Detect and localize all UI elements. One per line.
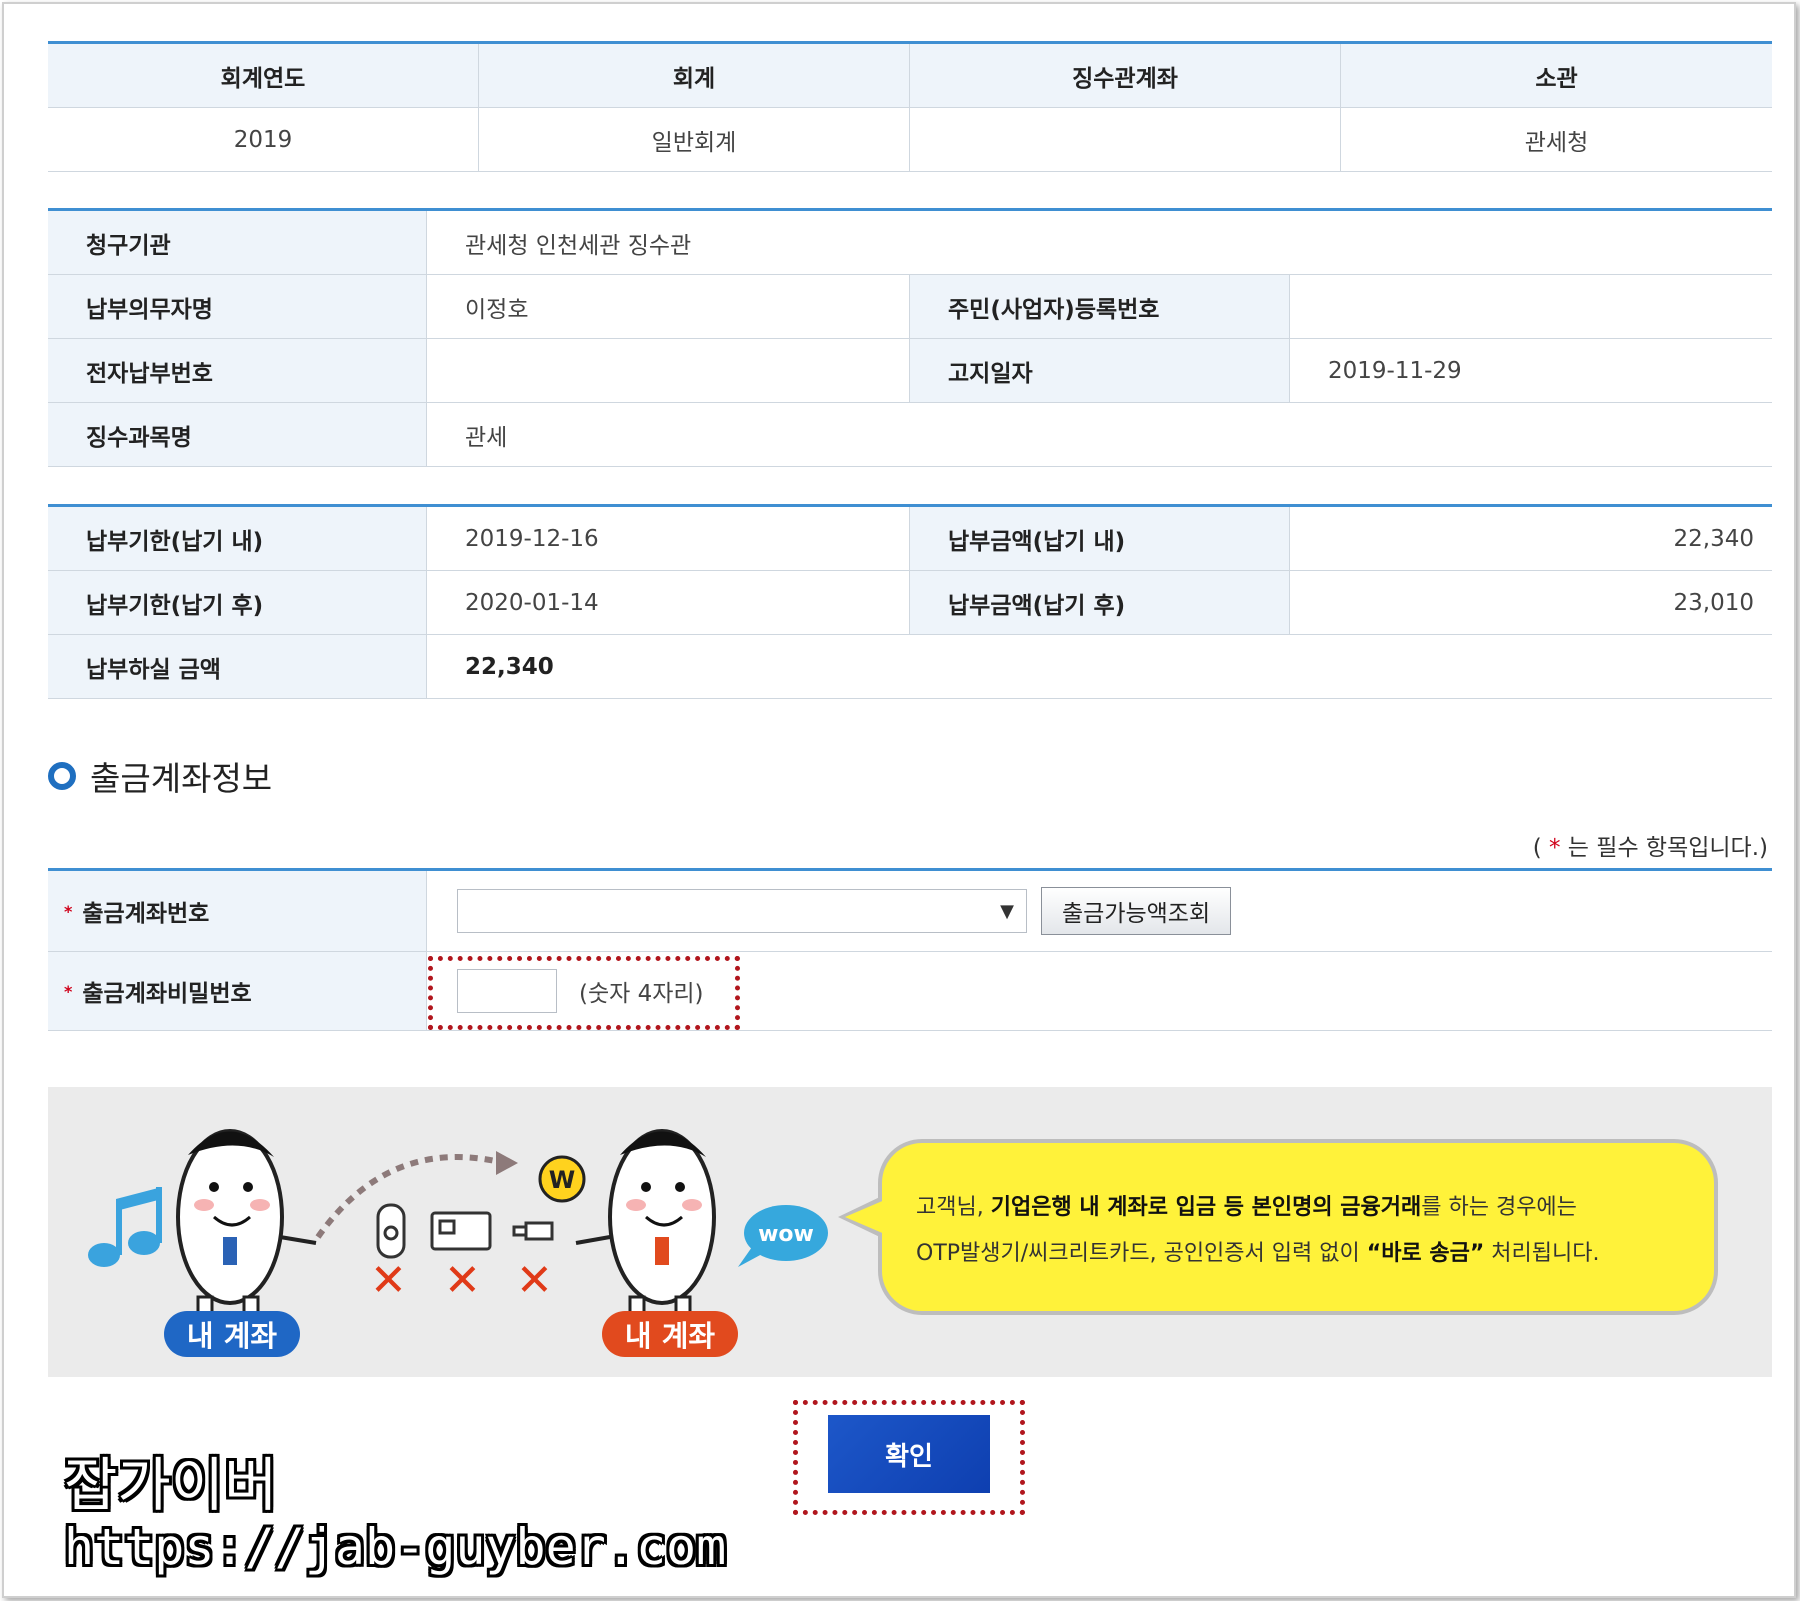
value-jurisdiction: 관세청 xyxy=(1341,108,1772,171)
payment-table: 납부기한(납기 내) 2019-12-16 납부금액(납기 내) 22,340 … xyxy=(48,504,1772,699)
section-title-text: 출금계좌정보 xyxy=(90,759,273,798)
bubble-line-2: OTP발생기/씨크리트카드, 공인인증서 입력 없이 “바로 송금” 처리됩니다… xyxy=(916,1231,1684,1277)
required-note: ( * 는 필수 항목입니다.) xyxy=(1533,828,1768,862)
value-collector-account xyxy=(910,108,1341,171)
password-label: * 출금계좌비밀번호 xyxy=(48,952,427,1030)
e-pay-no-value xyxy=(427,339,910,402)
watermark-url: https://jab-guyber.com xyxy=(64,1518,727,1576)
balance-check-button[interactable]: 출금가능액조회 xyxy=(1041,887,1232,935)
notice-date-value: 2019-11-29 xyxy=(1290,339,1772,402)
x-mark-icon: ✕ xyxy=(370,1255,407,1306)
bubble-line-1: 고객님, 기업은행 내 계좌로 입금 등 본인명의 금융거래를 하는 경우에는 xyxy=(916,1185,1684,1231)
notice-date-label: 고지일자 xyxy=(910,339,1290,402)
account-select[interactable]: ▼ xyxy=(457,889,1027,933)
watermark-title: 잡가이버 xyxy=(64,1451,278,1519)
due-after-value: 2020-01-14 xyxy=(427,571,910,634)
bubble-text-mid: 를 하는 경우에는 xyxy=(1421,1195,1577,1220)
pay-amount-label: 납부하실 금액 xyxy=(48,635,427,698)
x-mark-icon: ✕ xyxy=(444,1255,481,1306)
section-title: 출금계좌정보 xyxy=(48,752,272,800)
required-note-text: 는 필수 항목입니다.) xyxy=(1560,835,1768,861)
bubble-text-bold2: “바로 송금” xyxy=(1366,1241,1485,1266)
music-note-icon xyxy=(88,1187,162,1267)
account-label-text: 출금계좌번호 xyxy=(82,901,210,927)
bubble-tail-inner xyxy=(845,1199,887,1235)
header-account-type: 회계 xyxy=(479,44,910,107)
left-character xyxy=(176,1129,317,1319)
my-account-badge-right: 내 계좌 xyxy=(602,1311,738,1357)
due-after-label: 납부기한(납기 후) xyxy=(48,571,427,634)
account-field-cell: ▼ 출금가능액조회 xyxy=(427,871,1772,951)
bubble-text-end: 처리됩니다. xyxy=(1484,1241,1600,1266)
withdraw-form: * 출금계좌번호 ▼ 출금가능액조회 * 출금계좌비밀번호 (숫자 4자리) xyxy=(48,868,1772,1031)
security-card-icon xyxy=(430,1211,492,1251)
reg-no-value xyxy=(1290,275,1772,338)
usb-cert-icon xyxy=(512,1221,554,1241)
confirm-button[interactable]: 확인 xyxy=(828,1415,990,1493)
required-star: * xyxy=(64,901,73,921)
payer-value: 이정호 xyxy=(427,275,910,338)
wow-bubble: wow xyxy=(738,1205,828,1267)
svg-text:wow: wow xyxy=(758,1222,814,1247)
bill-info-table: 청구기관 관세청 인천세관 징수관 납부의무자명 이정호 주민(사업자)등록번호… xyxy=(48,208,1772,467)
amount-in-label: 납부금액(납기 내) xyxy=(910,507,1290,570)
dropdown-arrow-icon: ▼ xyxy=(1000,900,1014,922)
e-pay-no-label: 전자납부번호 xyxy=(48,339,427,402)
my-account-badge-left: 내 계좌 xyxy=(164,1311,300,1357)
otp-device-icon xyxy=(376,1203,406,1259)
required-star: * xyxy=(64,981,73,1001)
amount-after-value: 23,010 xyxy=(1290,571,1772,634)
right-character xyxy=(575,1129,716,1319)
reg-no-label: 주민(사업자)등록번호 xyxy=(910,275,1290,338)
claim-org-label: 청구기관 xyxy=(48,211,427,274)
required-note-open: ( xyxy=(1532,835,1549,861)
header-collector-account: 징수관계좌 xyxy=(910,44,1341,107)
due-in-value: 2019-12-16 xyxy=(427,507,910,570)
value-fiscal-year: 2019 xyxy=(48,108,479,171)
required-note-star: * xyxy=(1549,835,1561,861)
x-mark-icon: ✕ xyxy=(516,1255,553,1306)
password-label-text: 출금계좌비밀번호 xyxy=(82,981,252,1007)
header-fiscal-year: 회계연도 xyxy=(48,44,479,107)
pay-amount-value: 22,340 xyxy=(427,635,1772,698)
promo-banner: W wow ✕ ✕ ✕ 내 계좌 내 계좌 고객님, 기업은행 내 계좌로 입금… xyxy=(48,1087,1772,1377)
due-in-label: 납부기한(납기 내) xyxy=(48,507,427,570)
claim-org-value: 관세청 인천세관 징수관 xyxy=(427,211,1772,274)
svg-text:W: W xyxy=(549,1166,575,1194)
amount-after-label: 납부금액(납기 후) xyxy=(910,571,1290,634)
info-bubble: 고객님, 기업은행 내 계좌로 입금 등 본인명의 금융거래를 하는 경우에는 … xyxy=(878,1139,1718,1315)
section-bullet-icon xyxy=(48,762,76,790)
payer-label: 납부의무자명 xyxy=(48,275,427,338)
amount-in-value: 22,340 xyxy=(1290,507,1772,570)
highlight-box-password xyxy=(428,956,740,1030)
header-jurisdiction: 소관 xyxy=(1341,44,1772,107)
bubble-text-pre: 고객님, xyxy=(916,1195,991,1220)
bubble-text-line2: OTP발생기/씨크리트카드, 공인인증서 입력 없이 xyxy=(916,1241,1367,1266)
bubble-text-bold1: 기업은행 내 계좌로 입금 등 본인명의 금융거래 xyxy=(990,1195,1422,1220)
subject-label: 징수과목명 xyxy=(48,403,427,466)
value-account-type: 일반회계 xyxy=(479,108,910,171)
subject-value: 관세 xyxy=(427,403,1772,466)
account-label: * 출금계좌번호 xyxy=(48,871,427,951)
fiscal-table: 회계연도 회계 징수관계좌 소관 2019 일반회계 관세청 xyxy=(48,41,1772,172)
